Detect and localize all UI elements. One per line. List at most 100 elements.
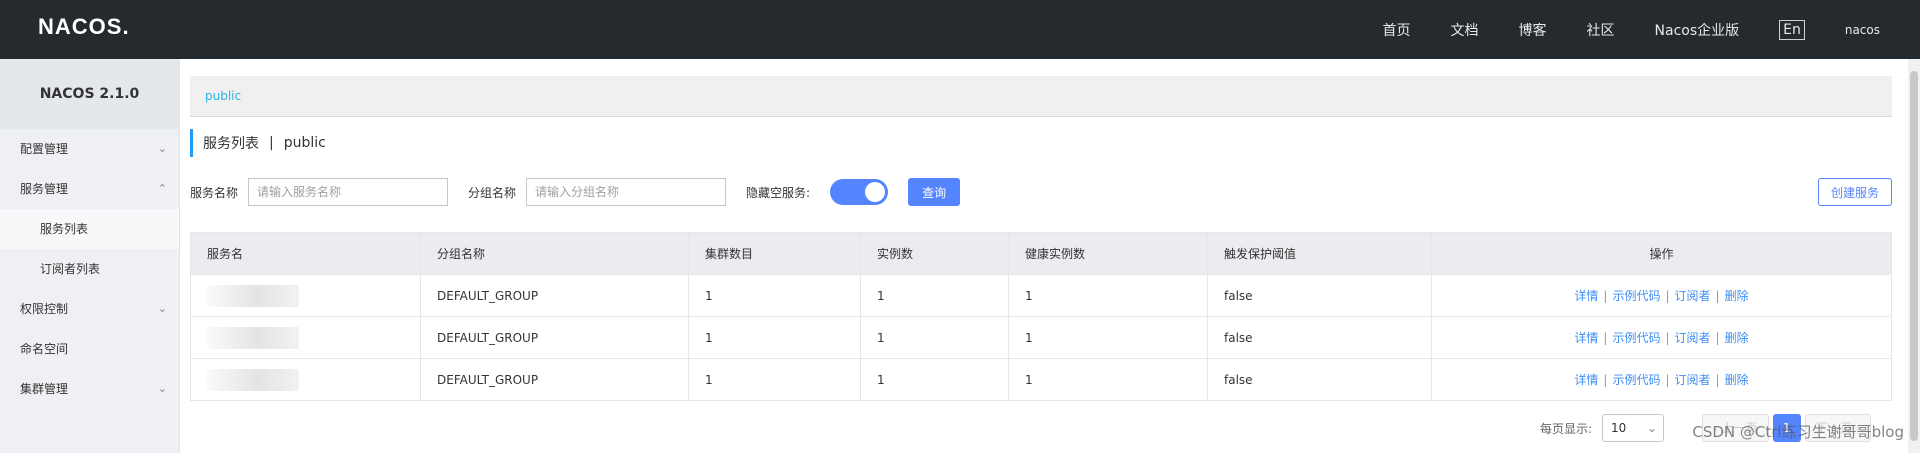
filter-bar: 服务名称 分组名称 隐藏空服务: 查询 创建服务: [190, 178, 1892, 206]
subscriber-link[interactable]: 订阅者: [1675, 289, 1711, 303]
operations-cell: 详情 | 示例代码 | 订阅者 | 删除: [1431, 274, 1892, 317]
operations-cell: 详情 | 示例代码 | 订阅者 | 删除: [1431, 358, 1892, 401]
table-header-row: 服务名 分组名称 集群数目 实例数 健康实例数 触发保护阈值 操作: [190, 232, 1892, 275]
top-nav: 首页 文档 博客 社区 Nacos企业版 En nacos: [1383, 0, 1920, 59]
table-row: DEFAULT_GROUP 1 1 1 false 详情 | 示例代码 | 订阅者 | 删除: [190, 358, 1892, 401]
sidebar-item-namespace[interactable]: 命名空间: [0, 329, 179, 369]
service-name-cell: [190, 274, 421, 317]
cluster-cell: 1: [688, 274, 861, 317]
page-title-text: 服务列表: [203, 136, 259, 152]
instance-cell: 1: [860, 358, 1009, 401]
col-operations: 操作: [1431, 232, 1892, 275]
sidebar: NACOS 2.1.0 配置管理 ⌄ 服务管理 ⌃ 服务列表 订阅者列表 权限控…: [0, 59, 180, 453]
protect-cell: false: [1207, 274, 1432, 317]
toggle-knob: [865, 182, 886, 202]
title-separator: |: [269, 135, 274, 151]
sidebar-item-service[interactable]: 服务管理 ⌃: [0, 169, 179, 209]
sidebar-item-label: 订阅者列表: [40, 262, 101, 276]
user-name[interactable]: nacos: [1845, 23, 1880, 37]
page-title: 服务列表 | public: [190, 129, 326, 157]
chevron-down-icon: ⌄: [157, 302, 167, 315]
redacted-service-name: [207, 284, 299, 307]
language-switch[interactable]: En: [1779, 19, 1805, 40]
sidebar-item-cluster[interactable]: 集群管理 ⌄: [0, 369, 179, 409]
sidebar-item-label: 服务管理: [20, 182, 69, 196]
delete-link[interactable]: 删除: [1725, 289, 1749, 303]
service-name-cell: [190, 358, 421, 401]
healthy-cell: 1: [1008, 358, 1208, 401]
sample-code-link[interactable]: 示例代码: [1612, 373, 1660, 387]
service-name-input[interactable]: [248, 178, 449, 206]
hide-empty-toggle[interactable]: [830, 179, 889, 205]
cluster-cell: 1: [688, 358, 861, 401]
group-name-label: 分组名称: [468, 185, 517, 200]
sample-code-link[interactable]: 示例代码: [1612, 289, 1660, 303]
hide-empty-label: 隐藏空服务:: [746, 185, 811, 200]
subscriber-link[interactable]: 订阅者: [1675, 331, 1711, 345]
chevron-down-icon: ⌄: [157, 382, 167, 395]
nav-community[interactable]: 社区: [1587, 20, 1615, 40]
col-cluster-count: 集群数目: [688, 232, 861, 275]
operations-cell: 详情 | 示例代码 | 订阅者 | 删除: [1431, 316, 1892, 359]
group-cell: DEFAULT_GROUP: [420, 358, 689, 401]
namespace-tab[interactable]: public: [205, 89, 241, 103]
cluster-cell: 1: [688, 316, 861, 359]
col-group-name: 分组名称: [420, 232, 689, 275]
instance-cell: 1: [860, 274, 1009, 317]
group-cell: DEFAULT_GROUP: [420, 274, 689, 317]
nav-blog[interactable]: 博客: [1519, 20, 1547, 40]
nav-enterprise[interactable]: Nacos企业版: [1655, 20, 1740, 40]
subscriber-link[interactable]: 订阅者: [1675, 373, 1711, 387]
sidebar-item-service-list[interactable]: 服务列表: [0, 209, 179, 249]
col-instance-count: 实例数: [860, 232, 1009, 275]
nacos-logo[interactable]: NACOS.: [38, 14, 130, 40]
namespace-bar: public: [190, 76, 1892, 117]
detail-link[interactable]: 详情: [1574, 373, 1598, 387]
sidebar-item-config[interactable]: 配置管理 ⌄: [0, 129, 179, 169]
page-size-value: 10: [1611, 421, 1627, 435]
healthy-cell: 1: [1008, 274, 1208, 317]
group-cell: DEFAULT_GROUP: [420, 316, 689, 359]
scroll-thumb[interactable]: [1910, 71, 1918, 441]
chevron-up-icon: ⌃: [157, 182, 167, 195]
group-name-input[interactable]: [526, 178, 727, 206]
redacted-service-name: [207, 326, 299, 349]
service-table: 服务名 分组名称 集群数目 实例数 健康实例数 触发保护阈值 操作 DEFAUL…: [190, 232, 1892, 401]
page-size-select[interactable]: 10 ⌄: [1602, 414, 1665, 442]
col-healthy-count: 健康实例数: [1008, 232, 1208, 275]
sidebar-item-label: 命名空间: [20, 342, 69, 356]
nav-docs[interactable]: 文档: [1451, 20, 1479, 40]
chevron-down-icon: ⌄: [157, 142, 167, 155]
col-service-name: 服务名: [190, 232, 421, 275]
service-name-cell: [190, 316, 421, 359]
sidebar-item-label: 服务列表: [40, 222, 89, 236]
delete-link[interactable]: 删除: [1725, 331, 1749, 345]
detail-link[interactable]: 详情: [1574, 331, 1598, 345]
sidebar-item-subscribers[interactable]: 订阅者列表: [0, 249, 179, 289]
sidebar-item-label: 权限控制: [20, 302, 69, 316]
sidebar-item-permissions[interactable]: 权限控制 ⌄: [0, 289, 179, 329]
top-header: NACOS. 首页 文档 博客 社区 Nacos企业版 En nacos: [0, 0, 1920, 59]
chevron-down-icon: ⌄: [1646, 421, 1658, 435]
watermark: CSDN @Ctrl练习生谢哥哥blog: [1692, 423, 1904, 441]
service-name-label: 服务名称: [190, 185, 239, 200]
nav-home[interactable]: 首页: [1383, 20, 1411, 40]
vertical-scrollbar[interactable]: [1908, 59, 1920, 453]
sidebar-title: NACOS 2.1.0: [0, 59, 179, 129]
page-size-label: 每页显示:: [1540, 421, 1593, 436]
col-protect-threshold: 触发保护阈值: [1207, 232, 1432, 275]
sidebar-item-label: 配置管理: [20, 142, 69, 156]
instance-cell: 1: [860, 316, 1009, 359]
detail-link[interactable]: 详情: [1574, 289, 1598, 303]
delete-link[interactable]: 删除: [1725, 373, 1749, 387]
query-button[interactable]: 查询: [908, 178, 961, 206]
page-title-namespace: public: [283, 135, 326, 151]
create-service-button[interactable]: 创建服务: [1817, 178, 1892, 206]
protect-cell: false: [1207, 358, 1432, 401]
redacted-service-name: [207, 368, 299, 391]
sample-code-link[interactable]: 示例代码: [1612, 331, 1660, 345]
protect-cell: false: [1207, 316, 1432, 359]
table-row: DEFAULT_GROUP 1 1 1 false 详情 | 示例代码 | 订阅者 | 删除: [190, 274, 1892, 317]
table-row: DEFAULT_GROUP 1 1 1 false 详情 | 示例代码 | 订阅者 | 删除: [190, 316, 1892, 359]
sidebar-item-label: 集群管理: [20, 382, 69, 396]
